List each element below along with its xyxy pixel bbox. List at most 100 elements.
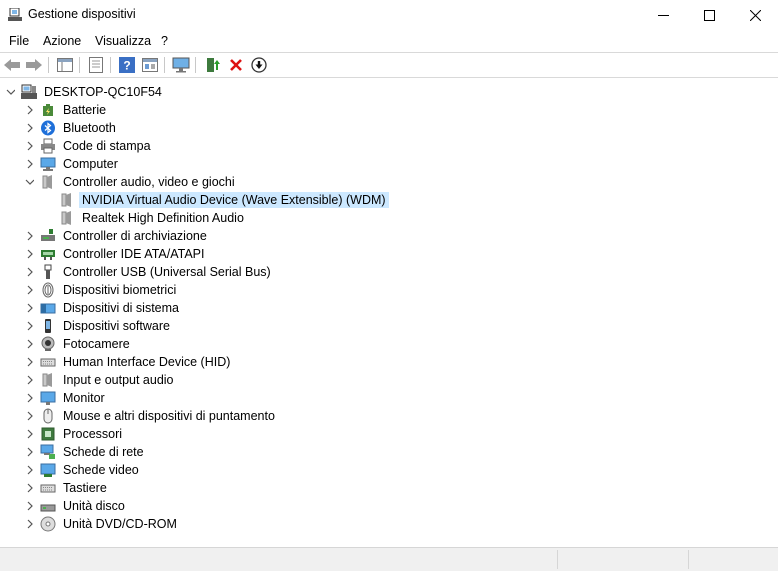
chevron-right-icon[interactable] xyxy=(25,155,34,173)
tree-category[interactable]: Dispositivi biometrici xyxy=(25,281,179,299)
tree-category[interactable]: Fotocamere xyxy=(25,335,133,353)
chevron-right-icon[interactable] xyxy=(25,263,34,281)
tree-category[interactable]: Dispositivi software xyxy=(25,317,173,335)
chevron-right-icon[interactable] xyxy=(25,101,34,119)
monitor-icon xyxy=(40,390,56,406)
uninstall-icon[interactable] xyxy=(226,55,246,75)
tree-category[interactable]: Schede video xyxy=(25,461,142,479)
software-device-icon xyxy=(40,318,56,334)
tree-item-label: NVIDIA Virtual Audio Device (Wave Extens… xyxy=(79,192,389,208)
chevron-right-icon[interactable] xyxy=(25,497,34,515)
dvd-icon xyxy=(40,516,56,532)
chevron-right-icon[interactable] xyxy=(25,317,34,335)
tree-category[interactable]: Human Interface Device (HID) xyxy=(25,353,233,371)
tree-item-label: Unità DVD/CD-ROM xyxy=(63,517,177,531)
chevron-right-icon[interactable] xyxy=(25,389,34,407)
chevron-right-icon[interactable] xyxy=(25,299,34,317)
view-resources-icon[interactable] xyxy=(140,55,160,75)
minimize-button[interactable] xyxy=(640,0,686,30)
tree-device[interactable]: NVIDIA Virtual Audio Device (Wave Extens… xyxy=(44,191,389,209)
tree-category[interactable]: Tastiere xyxy=(25,479,110,497)
tree-item-label: Dispositivi biometrici xyxy=(63,283,177,297)
chevron-right-icon[interactable] xyxy=(25,425,34,443)
chevron-right-icon[interactable] xyxy=(25,461,34,479)
tree-category[interactable]: Mouse e altri dispositivi di puntamento xyxy=(25,407,278,425)
show-hide-tree-icon[interactable] xyxy=(55,55,75,75)
tree-category[interactable]: Unità disco xyxy=(25,497,128,515)
tree-category[interactable]: Unità DVD/CD-ROM xyxy=(25,515,180,533)
tree-item-label: Schede video xyxy=(63,463,139,477)
chevron-down-icon[interactable] xyxy=(6,83,15,101)
chevron-right-icon[interactable] xyxy=(25,443,34,461)
computer-icon xyxy=(21,84,37,100)
maximize-button[interactable] xyxy=(686,0,732,30)
tree-category[interactable]: Controller di archiviazione xyxy=(25,227,210,245)
device-tree: DESKTOP-QC10F54 Batterie Bluetooth Code di… xyxy=(0,80,778,545)
speaker-icon xyxy=(40,174,56,190)
tree-category[interactable]: Code di stampa xyxy=(25,137,154,155)
back-icon[interactable] xyxy=(2,55,22,75)
tree-device[interactable]: Realtek High Definition Audio xyxy=(44,209,247,227)
menu-file[interactable]: File xyxy=(9,34,29,48)
tree-category[interactable]: Batterie xyxy=(25,101,109,119)
chevron-down-icon[interactable] xyxy=(25,173,34,191)
tree-category[interactable]: Schede di rete xyxy=(25,443,147,461)
chevron-right-icon[interactable] xyxy=(25,407,34,425)
disable-device-icon[interactable] xyxy=(249,55,269,75)
device-manager-icon xyxy=(8,7,22,21)
tree-item-label: Schede di rete xyxy=(63,445,144,459)
tree-item-label: Mouse e altri dispositivi di puntamento xyxy=(63,409,275,423)
chevron-right-icon[interactable] xyxy=(25,353,34,371)
close-button[interactable] xyxy=(732,0,778,30)
toolbar-separator-line xyxy=(0,77,778,78)
chevron-right-icon[interactable] xyxy=(25,371,34,389)
tree-item-label: Realtek High Definition Audio xyxy=(82,211,244,225)
tree-category[interactable]: Bluetooth xyxy=(25,119,119,137)
scan-hardware-icon[interactable] xyxy=(171,55,191,75)
keyboard-icon xyxy=(40,354,56,370)
tree-category[interactable]: Controller IDE ATA/ATAPI xyxy=(25,245,207,263)
update-driver-icon[interactable] xyxy=(203,55,223,75)
menu-azione[interactable]: Azione xyxy=(43,34,81,48)
computer-icon xyxy=(40,156,56,172)
speaker-icon xyxy=(59,210,75,226)
status-pane xyxy=(688,550,778,569)
display-adapter-icon xyxy=(40,462,56,478)
tree-root-label: DESKTOP-QC10F54 xyxy=(44,85,162,99)
properties-icon[interactable] xyxy=(86,55,106,75)
tree-category[interactable]: Processori xyxy=(25,425,125,443)
chevron-right-icon[interactable] xyxy=(25,515,34,533)
system-device-icon xyxy=(40,300,56,316)
tree-item-label: Controller IDE ATA/ATAPI xyxy=(63,247,205,261)
keyboard-icon xyxy=(40,480,56,496)
mouse-icon xyxy=(40,408,56,424)
storage-controller-icon xyxy=(40,228,56,244)
tree-category[interactable]: Controller USB (Universal Serial Bus) xyxy=(25,263,274,281)
menu-bar: File Azione Visualizza ? xyxy=(0,31,778,51)
tree-category[interactable]: Input e output audio xyxy=(25,371,177,389)
chevron-right-icon[interactable] xyxy=(25,227,34,245)
forward-icon[interactable] xyxy=(24,55,44,75)
speaker-icon xyxy=(40,372,56,388)
chevron-right-icon[interactable] xyxy=(25,281,34,299)
chevron-right-icon[interactable] xyxy=(25,335,34,353)
tree-category[interactable]: Controller audio, video e giochi xyxy=(25,173,238,191)
chevron-right-icon[interactable] xyxy=(25,479,34,497)
tree-item-label: Controller audio, video e giochi xyxy=(63,175,235,189)
chevron-right-icon[interactable] xyxy=(25,245,34,263)
tree-category[interactable]: Computer xyxy=(25,155,121,173)
menu-help[interactable]: ? xyxy=(161,34,168,48)
chevron-right-icon[interactable] xyxy=(25,137,34,155)
tree-item-label: Human Interface Device (HID) xyxy=(63,355,231,369)
tree-item-label: Processori xyxy=(63,427,123,441)
menu-visualizza[interactable]: Visualizza xyxy=(95,34,151,48)
help-icon[interactable]: ? xyxy=(117,55,137,75)
tree-category[interactable]: Dispositivi di sistema xyxy=(25,299,182,317)
tree-category[interactable]: Monitor xyxy=(25,389,108,407)
tree-item-label: Dispositivi software xyxy=(63,319,170,333)
tree-root[interactable]: DESKTOP-QC10F54 xyxy=(6,83,165,101)
tree-item-label: Dispositivi di sistema xyxy=(63,301,180,315)
chevron-right-icon[interactable] xyxy=(25,119,34,137)
speaker-icon xyxy=(59,192,75,208)
